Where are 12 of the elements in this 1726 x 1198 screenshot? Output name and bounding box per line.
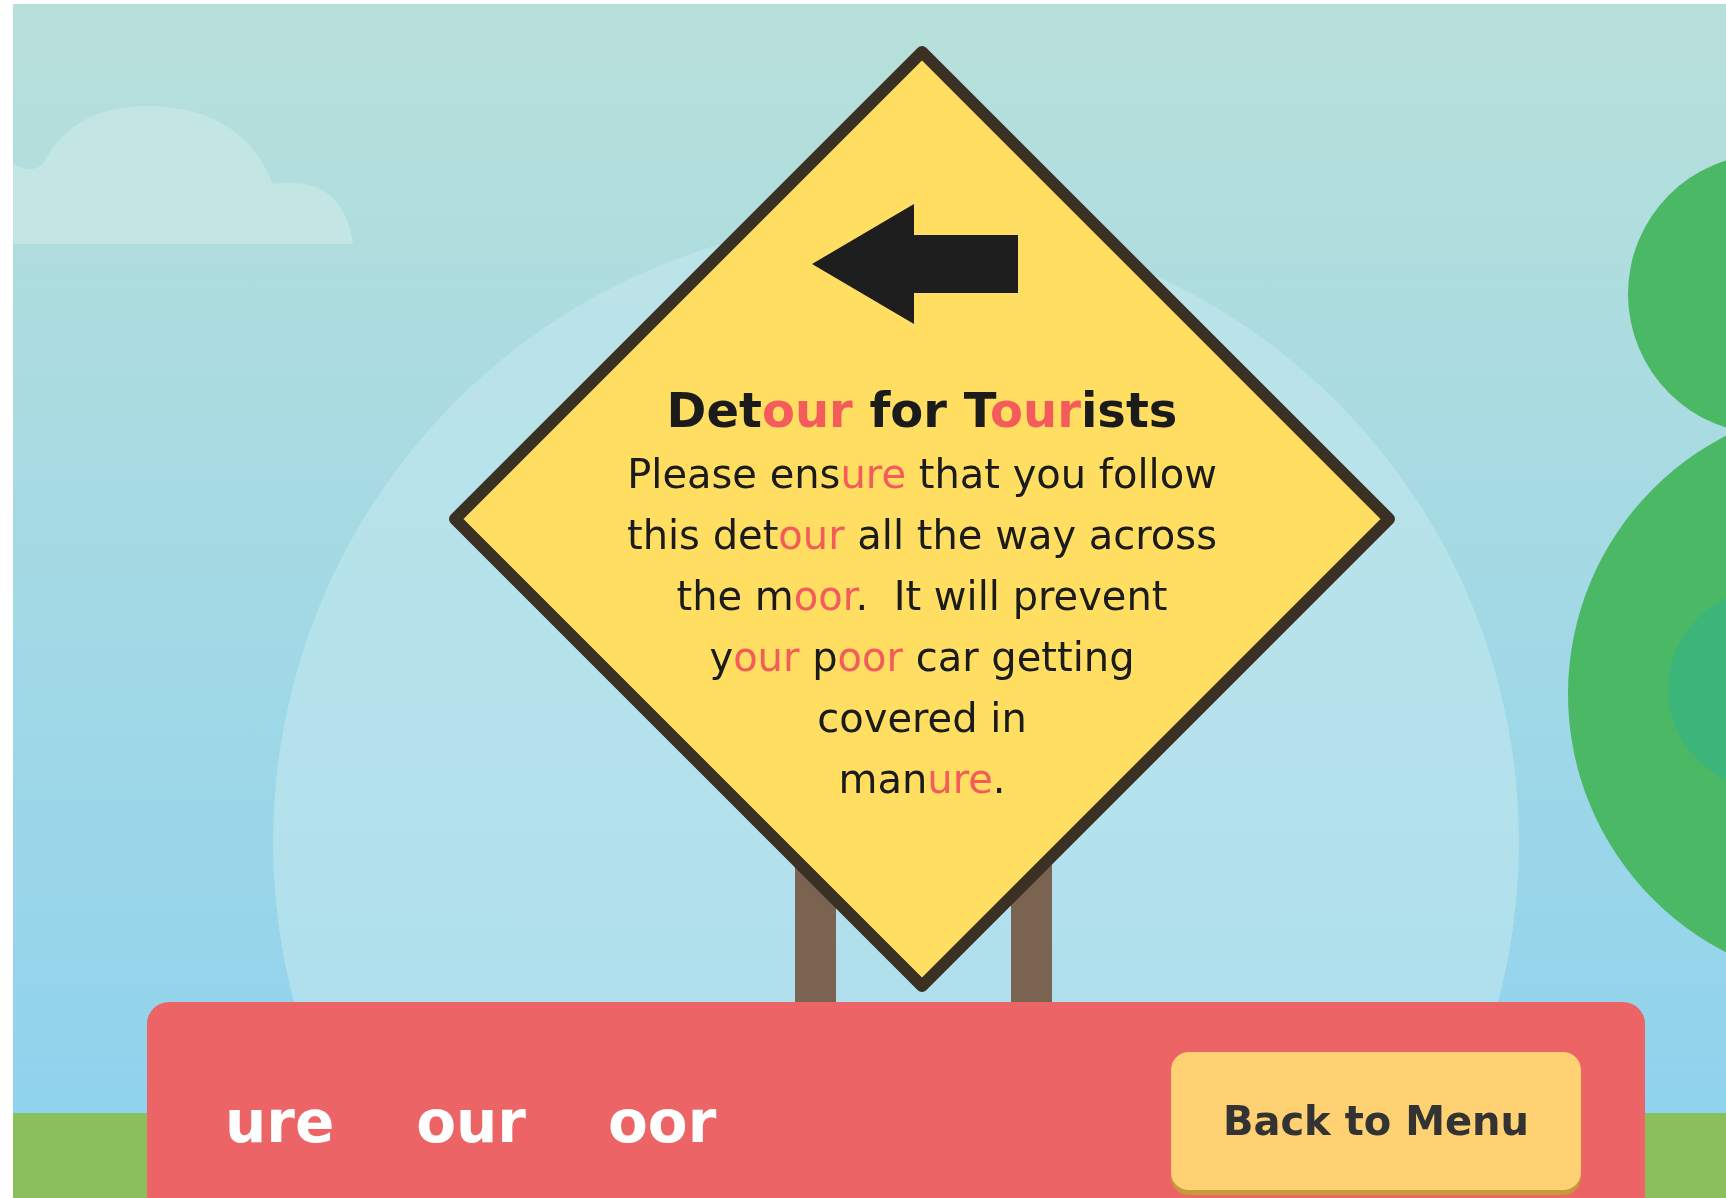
sign-text-line: Please ensure that you follow <box>627 450 1217 499</box>
sign-text-line: manure. <box>838 755 1006 804</box>
cloud-icon <box>13 104 353 244</box>
word-tile[interactable]: oor <box>608 1087 717 1157</box>
sign-text-line: the moor. It will prevent <box>676 572 1168 621</box>
word-tile[interactable]: ure <box>225 1087 335 1157</box>
left-arrow-icon <box>812 204 1018 324</box>
word-tile[interactable]: our <box>416 1087 526 1157</box>
sign-text-line: covered in <box>817 694 1027 743</box>
sign-text-line: your poor car getting <box>709 633 1135 682</box>
sign-text-line: this detour all the way across <box>626 511 1217 560</box>
sign-title: Detour for Tourists <box>666 381 1178 440</box>
